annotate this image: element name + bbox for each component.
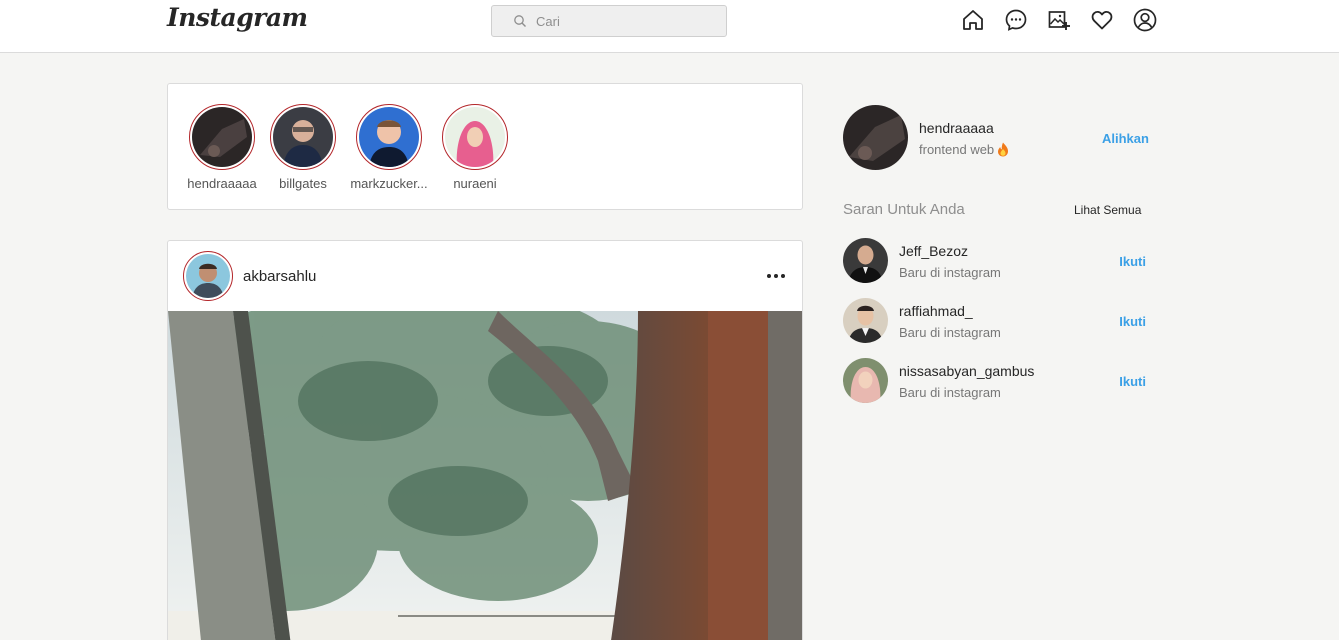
story-username: billgates bbox=[279, 176, 327, 191]
post-photo[interactable] bbox=[168, 311, 802, 640]
home-icon[interactable] bbox=[961, 8, 985, 32]
current-user-avatar[interactable] bbox=[843, 105, 908, 170]
story-avatar bbox=[189, 104, 255, 170]
heart-icon[interactable] bbox=[1090, 8, 1114, 32]
post-author-avatar[interactable] bbox=[183, 251, 233, 301]
story-item[interactable]: hendraaaaa bbox=[182, 104, 262, 191]
feed-post: akbarsahlu bbox=[167, 240, 803, 640]
follow-button[interactable]: Ikuti bbox=[1119, 314, 1146, 329]
story-avatar bbox=[356, 104, 422, 170]
current-user-username[interactable]: hendraaaaa bbox=[919, 120, 994, 136]
story-username: markzucker... bbox=[350, 176, 428, 191]
new-post-icon[interactable] bbox=[1047, 8, 1071, 32]
search-box[interactable] bbox=[491, 5, 727, 37]
fire-emoji-icon bbox=[998, 142, 1009, 157]
story-item[interactable]: markzucker... bbox=[349, 104, 429, 191]
search-icon bbox=[514, 15, 526, 27]
suggestion-item: Jeff_Bezoz Baru di instagram Ikuti bbox=[843, 238, 1148, 284]
suggestion-username[interactable]: nissasabyan_gambus bbox=[899, 363, 1034, 379]
post-header: akbarsahlu bbox=[168, 241, 802, 311]
story-username: hendraaaaa bbox=[187, 176, 257, 191]
story-item[interactable]: nuraeni bbox=[435, 104, 515, 191]
suggestion-item: nissasabyan_gambus Baru di instagram Iku… bbox=[843, 358, 1148, 404]
bio-text: frontend web bbox=[919, 142, 995, 157]
switch-account-link[interactable]: Alihkan bbox=[1102, 131, 1149, 146]
suggestions-heading: Saran Untuk Anda bbox=[843, 201, 965, 218]
top-navigation-bar: Instagram bbox=[0, 0, 1339, 53]
follow-button[interactable]: Ikuti bbox=[1119, 374, 1146, 389]
suggestion-username[interactable]: raffiahmad_ bbox=[899, 303, 973, 319]
suggestion-subtitle: Baru di instagram bbox=[899, 385, 1001, 400]
post-author-username[interactable]: akbarsahlu bbox=[243, 268, 316, 285]
story-avatar bbox=[442, 104, 508, 170]
suggestion-subtitle: Baru di instagram bbox=[899, 265, 1001, 280]
suggestion-avatar[interactable] bbox=[843, 238, 888, 283]
instagram-logo[interactable]: Instagram bbox=[167, 3, 308, 32]
follow-button[interactable]: Ikuti bbox=[1119, 254, 1146, 269]
see-all-link[interactable]: Lihat Semua bbox=[1074, 203, 1141, 217]
search-input[interactable] bbox=[536, 11, 706, 31]
suggestion-username[interactable]: Jeff_Bezoz bbox=[899, 243, 968, 259]
story-avatar bbox=[270, 104, 336, 170]
suggestion-avatar[interactable] bbox=[843, 298, 888, 343]
profile-icon[interactable] bbox=[1133, 8, 1157, 32]
stories-tray: hendraaaaa billgates markzucker... nurae… bbox=[167, 83, 803, 210]
suggestion-subtitle: Baru di instagram bbox=[899, 325, 1001, 340]
messenger-icon[interactable] bbox=[1004, 8, 1028, 32]
story-item[interactable]: billgates bbox=[263, 104, 343, 191]
story-username: nuraeni bbox=[453, 176, 497, 191]
suggestion-item: raffiahmad_ Baru di instagram Ikuti bbox=[843, 298, 1148, 344]
current-user-bio: frontend web bbox=[919, 142, 1009, 157]
more-options-icon[interactable] bbox=[766, 267, 786, 285]
suggestion-avatar[interactable] bbox=[843, 358, 888, 403]
